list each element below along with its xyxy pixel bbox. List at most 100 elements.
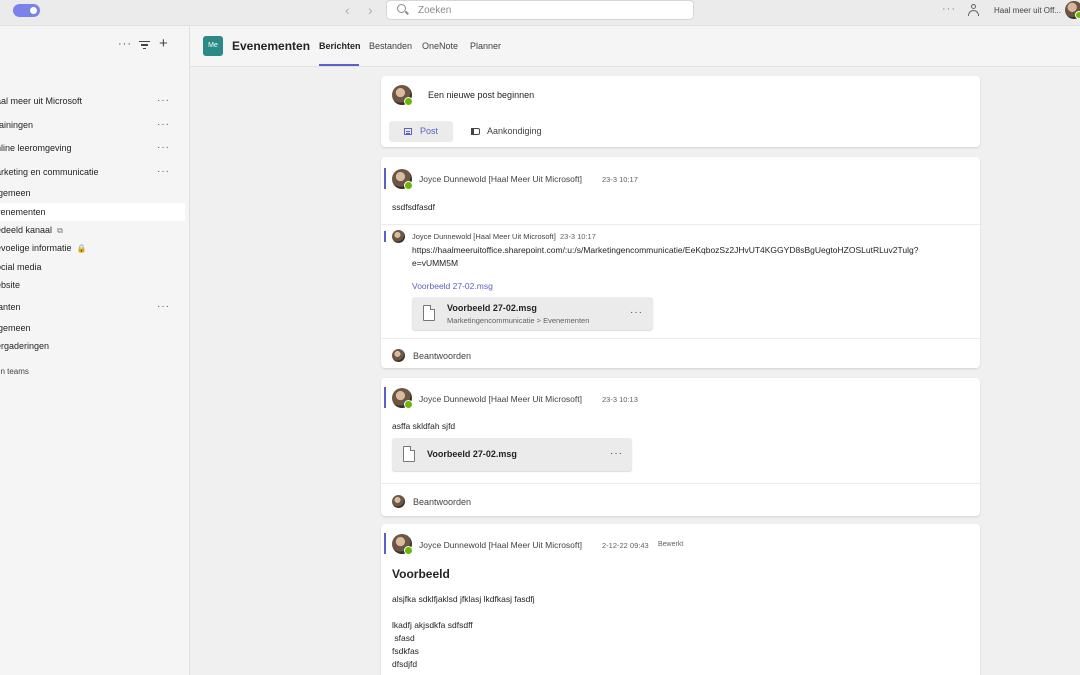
channel-gevoelige-informatie[interactable]: evoelige informatie 🔒 bbox=[0, 239, 185, 257]
team-more-icon[interactable]: ··· bbox=[157, 116, 170, 134]
team-label: arketing en communicatie bbox=[0, 167, 99, 177]
team-marketing-en-communicatie[interactable]: arketing en communicatie ··· bbox=[0, 163, 185, 181]
channel-label: lgemeen bbox=[0, 323, 31, 333]
post-accent-bar bbox=[384, 168, 386, 189]
team-more-icon[interactable]: ··· bbox=[157, 163, 170, 181]
post-button[interactable]: Post bbox=[389, 121, 453, 142]
channel-gedeeld-kanaal[interactable]: edeeld kanaal ⧉ bbox=[0, 221, 185, 239]
team-haal-meer-uit-microsoft[interactable]: aal meer uit Microsoft ··· bbox=[0, 92, 185, 110]
channel-label: evoelige informatie bbox=[0, 243, 72, 253]
post-body-line: alsjfka sdklfjaklsd jfklasj lkdfkasj fas… bbox=[392, 594, 535, 604]
team-more-icon[interactable]: ··· bbox=[157, 298, 170, 316]
edited-label: Bewerkt bbox=[658, 541, 684, 548]
reply-author[interactable]: Joyce Dunnewold [Haal Meer Uit Microsoft… bbox=[412, 232, 596, 241]
organization-name[interactable]: Haal meer uit Off... bbox=[994, 6, 1061, 15]
shared-channel-icon: ⧉ bbox=[57, 226, 63, 235]
post-icon bbox=[404, 128, 412, 135]
team-label: aal meer uit Microsoft bbox=[0, 96, 83, 106]
reply-button[interactable]: Beantwoorden bbox=[413, 351, 471, 361]
sidebar-more-icon[interactable]: ··· bbox=[118, 38, 132, 50]
new-post-prompt[interactable]: Een nieuwe post beginnen bbox=[428, 90, 534, 100]
post-timestamp: 2-12-22 09:43 bbox=[602, 541, 649, 550]
post-author[interactable]: Joyce Dunnewold [Haal Meer Uit Microsoft… bbox=[419, 174, 582, 184]
reply-button[interactable]: Beantwoorden bbox=[413, 497, 471, 507]
forward-arrow-icon[interactable]: › bbox=[368, 2, 373, 18]
tab-berichten[interactable]: Berichten bbox=[319, 41, 361, 51]
search-placeholder: Zoeken bbox=[418, 5, 452, 16]
divider bbox=[381, 224, 980, 225]
search-box[interactable]: Zoeken bbox=[386, 0, 694, 20]
shared-link-url-continued[interactable]: e=vUMM5M bbox=[412, 258, 458, 268]
hidden-teams-link[interactable]: en teams bbox=[0, 367, 29, 376]
divider bbox=[381, 483, 980, 484]
team-label: rainingen bbox=[0, 120, 34, 130]
active-tab-indicator bbox=[319, 64, 359, 66]
teams-sidebar: ··· + s aal meer uit Microsoft ··· raini… bbox=[0, 26, 190, 675]
channel-website[interactable]: ebsite bbox=[0, 276, 185, 294]
post-author[interactable]: Joyce Dunnewold [Haal Meer Uit Microsoft… bbox=[419, 394, 582, 404]
new-post-composer: Een nieuwe post beginnen Post Aankondigi… bbox=[381, 76, 980, 147]
post-author[interactable]: Joyce Dunnewold [Haal Meer Uit Microsoft… bbox=[419, 540, 582, 550]
people-icon[interactable] bbox=[968, 4, 979, 16]
tab-planner[interactable]: Planner bbox=[470, 41, 501, 51]
post-body: asffa skldfah sjfd bbox=[392, 421, 456, 431]
team-online-leeromgeving[interactable]: nline leeromgeving ··· bbox=[0, 139, 185, 157]
channel-algemeen[interactable]: lgemeen bbox=[0, 319, 185, 337]
channel-label: ocial media bbox=[0, 262, 42, 272]
user-avatar bbox=[392, 349, 405, 362]
divider bbox=[381, 338, 980, 339]
channel-algemeen[interactable]: lgemeen bbox=[0, 184, 185, 202]
more-options-icon[interactable]: ··· bbox=[942, 3, 956, 15]
team-avatar: Me bbox=[203, 36, 223, 56]
message-feed: Een nieuwe post beginnen Post Aankondigi… bbox=[190, 67, 1080, 675]
post-body: ssdfsdfasdf bbox=[392, 202, 435, 212]
channel-label: ergaderingen bbox=[0, 341, 50, 351]
file-attachment[interactable]: Voorbeeld 27-02.msg Marketingencommunica… bbox=[412, 297, 653, 330]
post-timestamp: 23-3 10:17 bbox=[602, 175, 638, 184]
quote-accent-bar bbox=[384, 231, 386, 242]
author-avatar bbox=[392, 388, 413, 409]
teams-window: ‹ › Zoeken ··· Haal meer uit Off... ··· … bbox=[0, 0, 1080, 675]
post-card: Joyce Dunnewold [Haal Meer Uit Microsoft… bbox=[381, 524, 980, 675]
post-body-line: fsdkfas bbox=[392, 646, 419, 656]
post-card: Joyce Dunnewold [Haal Meer Uit Microsoft… bbox=[381, 378, 980, 516]
tab-onenote[interactable]: OneNote bbox=[422, 41, 458, 51]
file-path: Marketingencommunicatie > Evenementen bbox=[447, 316, 590, 325]
file-more-icon[interactable]: ··· bbox=[630, 307, 643, 318]
sidebar-header: ··· + bbox=[0, 35, 190, 54]
user-avatar[interactable] bbox=[1065, 1, 1080, 19]
file-more-icon[interactable]: ··· bbox=[610, 448, 623, 459]
file-attachment[interactable]: Voorbeeld 27-02.msg ··· bbox=[392, 438, 632, 471]
team-trainingen[interactable]: rainingen ··· bbox=[0, 116, 185, 134]
file-icon bbox=[423, 305, 435, 321]
channel-social-media[interactable]: ocial media bbox=[0, 258, 185, 276]
back-arrow-icon[interactable]: ‹ bbox=[345, 2, 350, 18]
megaphone-icon bbox=[471, 128, 480, 135]
tab-bestanden[interactable]: Bestanden bbox=[369, 41, 412, 51]
announcement-button[interactable]: Aankondiging bbox=[487, 126, 542, 136]
shared-link-url[interactable]: https://haalmeeruitoffice.sharepoint.com… bbox=[412, 245, 918, 255]
author-avatar bbox=[392, 534, 413, 555]
lock-icon: 🔒 bbox=[76, 244, 87, 253]
team-more-icon[interactable]: ··· bbox=[157, 92, 170, 110]
post-body-line: lkadfj akjsdkfa sdfsdff bbox=[392, 620, 473, 630]
user-avatar bbox=[392, 85, 413, 106]
add-icon[interactable]: + bbox=[159, 35, 168, 52]
channel-evenementen[interactable]: venementen bbox=[0, 203, 185, 221]
channel-title: Evenementen bbox=[232, 39, 311, 53]
channel-vergaderingen[interactable]: ergaderingen bbox=[0, 337, 185, 355]
search-icon bbox=[397, 4, 406, 13]
post-timestamp: 23-3 10:13 bbox=[602, 395, 638, 404]
channel-label: edeeld kanaal bbox=[0, 225, 53, 235]
post-subject: Voorbeeld bbox=[392, 567, 450, 581]
filter-icon[interactable] bbox=[139, 41, 150, 49]
post-body-line: dfsdjfd bbox=[392, 659, 418, 669]
post-accent-bar bbox=[384, 533, 386, 554]
new-teams-toggle[interactable] bbox=[13, 4, 40, 17]
team-more-icon[interactable]: ··· bbox=[157, 139, 170, 157]
file-link[interactable]: Voorbeeld 27-02.msg bbox=[412, 281, 493, 291]
team-label: nline leeromgeving bbox=[0, 143, 72, 153]
post-card: Joyce Dunnewold [Haal Meer Uit Microsoft… bbox=[381, 157, 980, 368]
title-bar: ‹ › Zoeken ··· Haal meer uit Off... bbox=[0, 0, 1080, 26]
team-klanten[interactable]: lanten ··· bbox=[0, 298, 185, 316]
